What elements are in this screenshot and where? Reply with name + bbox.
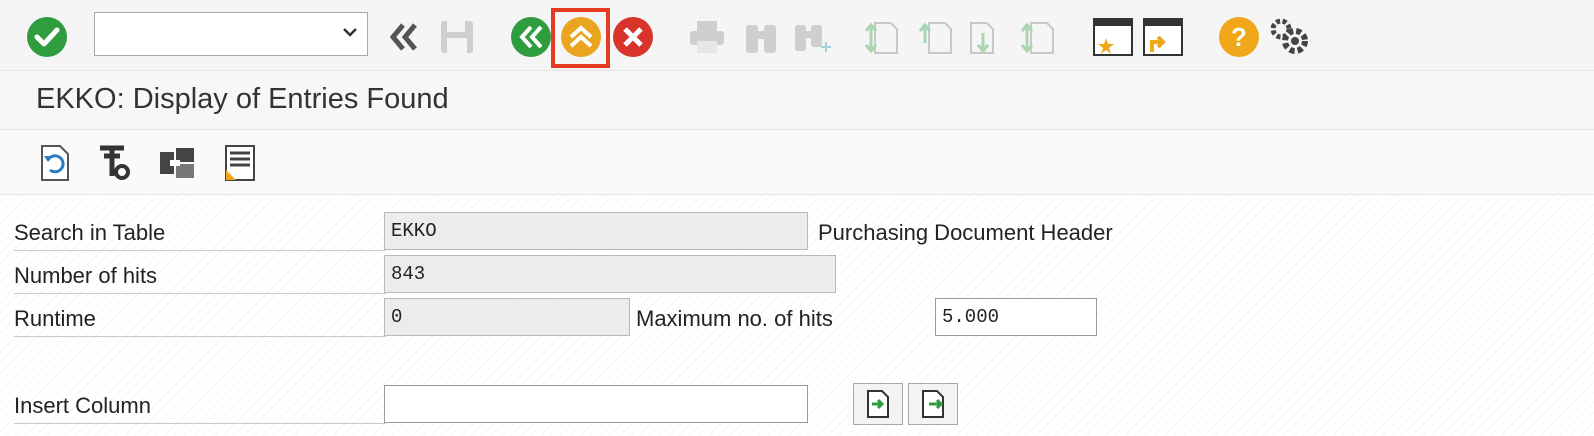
insert-column-icon bbox=[867, 390, 889, 418]
insert-column-input[interactable] bbox=[384, 385, 808, 423]
cancel-icon[interactable] bbox=[610, 14, 656, 60]
runtime-field[interactable]: 0 bbox=[384, 298, 630, 336]
selection-form: Search in Table EKKO Purchasing Document… bbox=[0, 195, 1594, 436]
max-hits-input[interactable]: 5.000 bbox=[935, 298, 1097, 336]
last-page-icon bbox=[1014, 14, 1060, 60]
new-session-icon[interactable] bbox=[1090, 14, 1136, 60]
layout-icon[interactable] bbox=[154, 140, 200, 186]
system-toolbar: ? bbox=[0, 0, 1594, 71]
command-input[interactable] bbox=[95, 13, 341, 53]
number-of-hits-label: Number of hits bbox=[14, 258, 386, 294]
settings-icon[interactable] bbox=[1266, 14, 1312, 60]
insert-column-label: Insert Column bbox=[14, 388, 386, 424]
search-in-table-label: Search in Table bbox=[14, 215, 386, 251]
page-title: EKKO: Display of Entries Found bbox=[36, 83, 449, 115]
runtime-label: Runtime bbox=[14, 301, 386, 337]
refresh-icon[interactable] bbox=[30, 140, 76, 186]
search-in-table-field[interactable]: EKKO bbox=[384, 212, 808, 250]
save-icon[interactable] bbox=[434, 14, 480, 60]
command-field[interactable] bbox=[94, 12, 368, 56]
max-hits-label: Maximum no. of hits bbox=[636, 306, 833, 331]
number-of-hits-field[interactable]: 843 bbox=[384, 255, 836, 293]
table-description: Purchasing Document Header bbox=[818, 220, 1113, 245]
find-next-icon bbox=[788, 14, 834, 60]
back-double-chevron-icon[interactable] bbox=[380, 14, 426, 60]
settings-list-icon[interactable] bbox=[216, 140, 262, 186]
checkmark-icon[interactable] bbox=[24, 14, 70, 60]
chevron-down-icon[interactable] bbox=[341, 23, 359, 46]
delete-column-button[interactable] bbox=[908, 383, 958, 425]
highlight-box bbox=[551, 8, 610, 68]
title-bar: EKKO: Display of Entries Found bbox=[0, 71, 1594, 130]
first-page-icon bbox=[858, 14, 904, 60]
previous-page-icon bbox=[912, 14, 958, 60]
application-toolbar bbox=[0, 130, 1594, 195]
next-page-icon bbox=[964, 14, 1010, 60]
back-icon[interactable] bbox=[508, 14, 554, 60]
svg-text:?: ? bbox=[1231, 22, 1247, 52]
insert-column-button[interactable] bbox=[853, 383, 903, 425]
find-icon bbox=[738, 14, 784, 60]
shortcut-icon[interactable] bbox=[1140, 14, 1186, 60]
help-icon[interactable]: ? bbox=[1216, 14, 1262, 60]
print-icon bbox=[684, 14, 730, 60]
selection-options-icon[interactable] bbox=[92, 140, 138, 186]
delete-column-icon bbox=[922, 390, 944, 418]
